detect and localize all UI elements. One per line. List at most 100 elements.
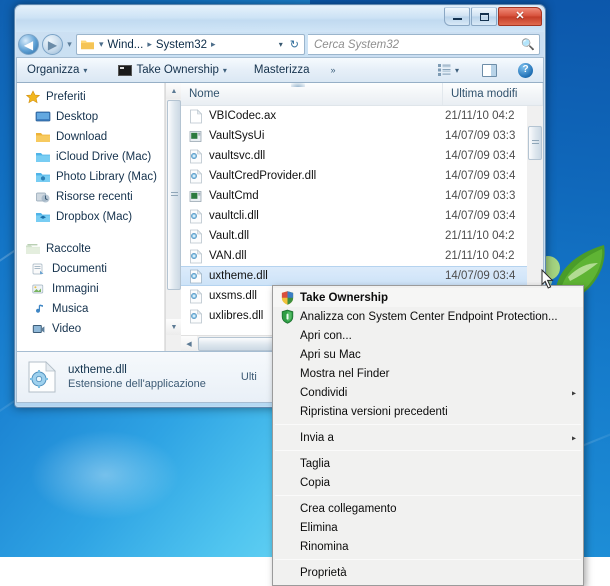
refresh-icon[interactable]: ↻ xyxy=(287,38,302,51)
sidebar-group-preferiti[interactable]: Preferiti xyxy=(17,87,181,107)
preview-pane-button[interactable] xyxy=(476,61,503,80)
chevron-down-icon: ▾ xyxy=(67,40,72,49)
breadcrumb-prev-chevron[interactable]: ▾ xyxy=(66,34,73,55)
sidebar-item-musica[interactable]: Musica xyxy=(17,299,181,319)
burn-button[interactable]: Masterizza xyxy=(248,61,316,79)
sidebar-item-icloud-drive[interactable]: iCloud Drive (Mac) xyxy=(17,147,181,167)
menu-item-rename[interactable]: Rinomina xyxy=(273,537,583,556)
sidebar-item-risorse-recenti[interactable]: Risorse recenti xyxy=(17,187,181,207)
window-title-bar[interactable]: ✕ xyxy=(16,6,544,32)
scroll-down-arrow-icon[interactable]: ▼ xyxy=(166,319,181,335)
table-row[interactable]: VaultCmd 14/07/09 03:3 xyxy=(181,186,543,206)
dll-file-icon xyxy=(189,269,203,284)
menu-item-label: Taglia xyxy=(279,458,330,470)
column-header-label: Nome xyxy=(189,88,220,100)
context-menu[interactable]: Take Ownership Analizza con System Cente… xyxy=(272,285,584,586)
menu-item-copy[interactable]: Copia xyxy=(273,473,583,492)
menu-item-open-on-mac[interactable]: Apri su Mac xyxy=(273,345,583,364)
breadcrumb-item-windows[interactable]: ▾ Wind... ▸ xyxy=(97,39,154,51)
column-header-modified[interactable]: Ultima modifi xyxy=(443,83,543,105)
generic-file-icon xyxy=(189,109,203,124)
close-button[interactable]: ✕ xyxy=(498,7,542,26)
table-row[interactable]: Vault.dll 21/11/10 04:2 xyxy=(181,226,543,246)
close-icon: ✕ xyxy=(515,11,524,22)
sidebar-item-label: Musica xyxy=(52,303,88,315)
sidebar-group-raccolte[interactable]: Raccolte xyxy=(17,239,181,259)
sidebar-group-label: Raccolte xyxy=(46,243,91,255)
sidebar-group-label: Preferiti xyxy=(46,91,86,103)
menu-item-cut[interactable]: Taglia xyxy=(273,454,583,473)
table-row[interactable]: VBICodec.ax 21/11/10 04:2 xyxy=(181,106,543,126)
column-headers: Nome Ultima modifi xyxy=(181,83,543,106)
help-button[interactable]: ? xyxy=(512,60,539,81)
window-controls: ✕ xyxy=(444,7,542,26)
menu-item-take-ownership[interactable]: Take Ownership xyxy=(273,288,583,307)
take-ownership-button[interactable]: Take Ownership ▾ xyxy=(112,61,232,79)
table-row-selected[interactable]: uxtheme.dll 14/07/09 03:4 xyxy=(181,266,543,286)
file-name-cell: vaultsvc.dll xyxy=(181,149,443,164)
menu-item-open-with[interactable]: Apri con... xyxy=(273,326,583,345)
maximize-button[interactable] xyxy=(471,7,497,26)
table-row[interactable]: VaultSysUi 14/07/09 03:3 xyxy=(181,126,543,146)
organize-button[interactable]: Organizza ▾ xyxy=(21,61,93,79)
folder-icon xyxy=(35,130,51,144)
sidebar-item-download[interactable]: Download xyxy=(17,127,181,147)
menu-item-scan-endpoint-protection[interactable]: Analizza con System Center Endpoint Prot… xyxy=(273,307,583,326)
file-name: uxsms.dll xyxy=(209,290,257,302)
file-name-cell: VaultCmd xyxy=(181,189,443,204)
music-library-icon xyxy=(31,302,47,316)
chevron-down-icon: ▾ xyxy=(223,66,227,75)
sidebar-item-video[interactable]: Video xyxy=(17,319,181,339)
breadcrumb[interactable]: ▾ Wind... ▸ System32 ▸ ▾ ↻ xyxy=(76,34,305,55)
dll-file-icon xyxy=(189,309,203,324)
desktop-icon xyxy=(35,110,51,124)
file-name: VaultCredProvider.dll xyxy=(209,170,316,182)
search-box[interactable]: Cerca System32 🔍 xyxy=(308,34,540,55)
folder-icon xyxy=(80,38,95,51)
menu-item-label: Apri con... xyxy=(279,330,352,342)
toolbar-overflow-button[interactable]: » xyxy=(325,62,342,78)
sidebar-item-documenti[interactable]: Documenti xyxy=(17,259,181,279)
sidebar-group-gap xyxy=(17,227,181,239)
table-row[interactable]: vaultcli.dll 14/07/09 03:4 xyxy=(181,206,543,226)
search-input[interactable]: Cerca System32 xyxy=(314,39,399,51)
scroll-up-arrow-icon[interactable]: ▲ xyxy=(166,83,181,99)
file-name-cell: vaultcli.dll xyxy=(181,209,443,224)
breadcrumb-item-system32[interactable]: System32 ▸ xyxy=(154,39,218,51)
column-header-name[interactable]: Nome xyxy=(181,83,443,105)
breadcrumb-dropdown-icon[interactable]: ▾ xyxy=(277,40,287,49)
wallpaper-glow xyxy=(30,430,180,520)
file-name: uxtheme.dll xyxy=(209,270,268,282)
forward-button[interactable]: ▶ xyxy=(42,34,63,55)
sidebar-item-desktop[interactable]: Desktop xyxy=(17,107,181,127)
sidebar-item-immagini[interactable]: Immagini xyxy=(17,279,181,299)
menu-item-send-to[interactable]: Invia a ▸ xyxy=(273,428,583,447)
menu-item-show-in-finder[interactable]: Mostra nel Finder xyxy=(273,364,583,383)
navigation-pane[interactable]: Preferiti Desktop Download xyxy=(17,83,181,351)
scrollbar-thumb[interactable] xyxy=(528,126,542,160)
sidebar-item-photo-library[interactable]: Photo Library (Mac) xyxy=(17,167,181,187)
burn-label: Masterizza xyxy=(254,64,310,76)
file-name-cell: uxtheme.dll xyxy=(181,269,443,284)
change-view-button[interactable]: ▾ xyxy=(432,61,465,79)
menu-item-restore-previous-versions[interactable]: Ripristina versioni precedenti xyxy=(273,402,583,421)
scrollbar-thumb[interactable] xyxy=(167,100,181,290)
dll-file-icon xyxy=(189,149,203,164)
table-row[interactable]: VaultCredProvider.dll 14/07/09 03:4 xyxy=(181,166,543,186)
menu-item-share[interactable]: Condividi ▸ xyxy=(273,383,583,402)
navigation-pane-scrollbar[interactable]: ▲ ▼ xyxy=(165,83,181,351)
menu-item-label: Rinomina xyxy=(279,541,349,553)
cloud-folder-icon xyxy=(35,150,51,164)
menu-item-properties[interactable]: Proprietà xyxy=(273,563,583,582)
menu-item-delete[interactable]: Elimina xyxy=(273,518,583,537)
chevron-right-icon: ▾ xyxy=(97,39,106,50)
menu-item-create-shortcut[interactable]: Crea collegamento xyxy=(273,499,583,518)
sidebar-item-dropbox[interactable]: Dropbox (Mac) xyxy=(17,207,181,227)
minimize-button[interactable] xyxy=(444,7,470,26)
table-row[interactable]: vaultsvc.dll 14/07/09 03:4 xyxy=(181,146,543,166)
back-button[interactable]: ◀ xyxy=(18,34,39,55)
chevron-right-icon: ▸ xyxy=(145,39,154,50)
scroll-left-arrow-icon[interactable]: ◀ xyxy=(181,336,197,351)
menu-separator xyxy=(275,424,581,425)
table-row[interactable]: VAN.dll 21/11/10 04:2 xyxy=(181,246,543,266)
